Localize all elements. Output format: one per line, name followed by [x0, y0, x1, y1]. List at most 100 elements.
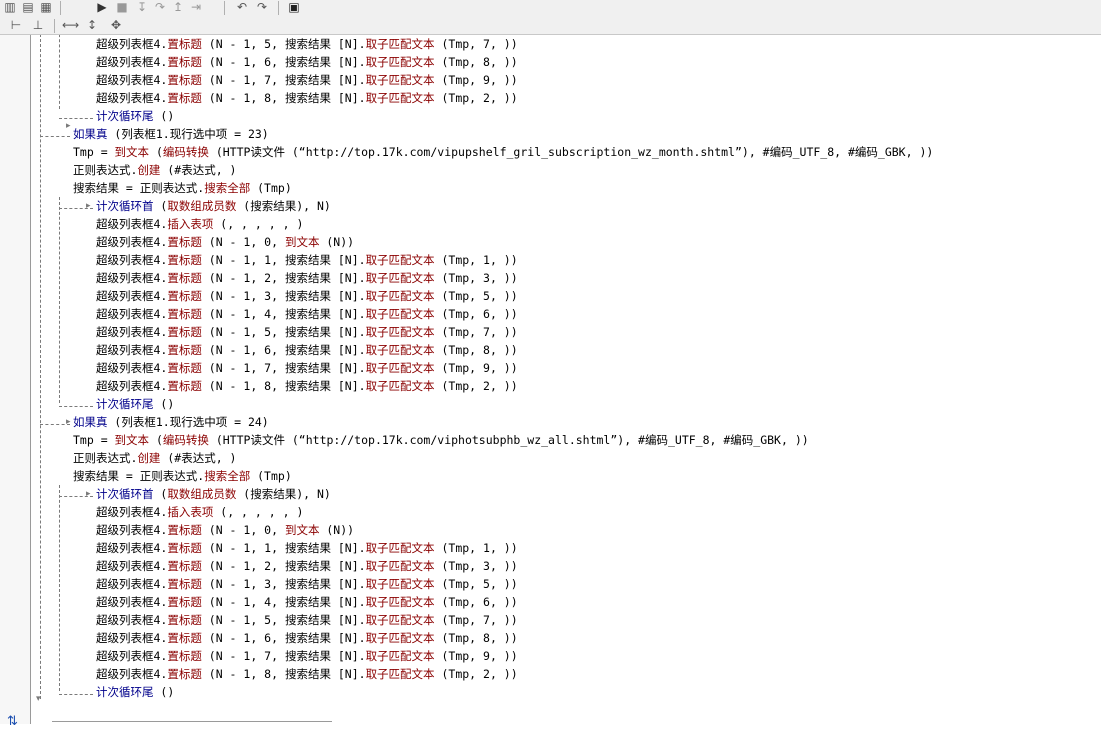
flow-guide-line — [40, 35, 41, 699]
code-text: 超级列表框4. — [96, 595, 168, 609]
code-line[interactable]: 如果真 (列表框1.现行选中项 = 24) — [73, 413, 269, 431]
code-line[interactable]: 超级列表框4.置标题 (N - 1, 2, 搜索结果 [N].取子匹配文本 (T… — [96, 557, 518, 575]
code-text: (Tmp, 1, )) — [434, 253, 518, 267]
code-line[interactable]: Tmp = 到文本 (编码转换 (HTTP读文件 (“http://top.17… — [73, 431, 809, 449]
code-text: (Tmp, 3, )) — [434, 271, 518, 285]
code-line[interactable]: 超级列表框4.置标题 (N - 1, 2, 搜索结果 [N].取子匹配文本 (T… — [96, 269, 518, 287]
layout-grid-icon[interactable]: ▦ — [38, 0, 54, 14]
size-equal-icon[interactable]: ✥ — [108, 18, 124, 32]
code-line[interactable]: 计次循环尾 () — [96, 683, 174, 701]
code-text: (列表框1.现行选中项 = 24) — [107, 415, 269, 429]
code-line[interactable]: 计次循环首 (取数组成员数 (搜索结果), N) — [96, 197, 331, 215]
code-function: 置标题 — [167, 271, 202, 285]
code-line[interactable]: 超级列表框4.置标题 (N - 1, 1, 搜索结果 [N].取子匹配文本 (T… — [96, 251, 518, 269]
layout-split-icon[interactable]: ▥ — [2, 0, 18, 14]
code-line[interactable]: 搜索结果 = 正则表达式.搜索全部 (Tmp) — [73, 467, 292, 485]
code-line[interactable]: 超级列表框4.置标题 (N - 1, 3, 搜索结果 [N].取子匹配文本 (T… — [96, 575, 518, 593]
step-out-icon[interactable]: ↥ — [170, 0, 186, 14]
code-line[interactable]: 正则表达式.创建 (#表达式, ) — [73, 161, 236, 179]
layout-top-icon[interactable]: ▤ — [20, 0, 36, 14]
code-text: (列表框1.现行选中项 = 23) — [107, 127, 269, 141]
code-text: (Tmp, 7, )) — [434, 37, 518, 51]
flow-guide-line — [59, 485, 60, 691]
code-line[interactable]: 计次循环尾 () — [96, 395, 174, 413]
flow-arrow-icon: ▸ — [66, 121, 71, 131]
code-line[interactable]: 如果真 (列表框1.现行选中项 = 23) — [73, 125, 269, 143]
code-line[interactable]: 超级列表框4.置标题 (N - 1, 1, 搜索结果 [N].取子匹配文本 (T… — [96, 539, 518, 557]
stop-icon[interactable]: ■ — [114, 0, 130, 14]
code-line[interactable]: 超级列表框4.置标题 (N - 1, 5, 搜索结果 [N].取子匹配文本 (T… — [96, 323, 518, 341]
code-line[interactable]: 超级列表框4.置标题 (N - 1, 5, 搜索结果 [N].取子匹配文本 (T… — [96, 611, 518, 629]
code-text: (Tmp, 8, )) — [434, 631, 518, 645]
code-line[interactable]: 超级列表框4.置标题 (N - 1, 5, 搜索结果 [N].取子匹配文本 (T… — [96, 35, 518, 53]
horizontal-scrollbar[interactable] — [52, 721, 332, 725]
code-text: 正则表达式. — [73, 163, 138, 177]
code-line[interactable]: 超级列表框4.置标题 (N - 1, 6, 搜索结果 [N].取子匹配文本 (T… — [96, 341, 518, 359]
code-text: (Tmp, 7, )) — [434, 325, 518, 339]
code-line[interactable]: 超级列表框4.插入表项 (, , , , , ) — [96, 215, 303, 233]
code-line[interactable]: 正则表达式.创建 (#表达式, ) — [73, 449, 236, 467]
redo-icon[interactable]: ↷ — [254, 0, 270, 14]
code-line[interactable]: 超级列表框4.置标题 (N - 1, 7, 搜索结果 [N].取子匹配文本 (T… — [96, 71, 518, 89]
code-text: 超级列表框4. — [96, 613, 168, 627]
code-line[interactable]: 超级列表框4.置标题 (N - 1, 0, 到文本 (N)) — [96, 521, 354, 539]
code-line[interactable]: 计次循环尾 () — [96, 107, 174, 125]
run-icon[interactable]: ▶ — [94, 0, 110, 14]
save-icon[interactable]: ▣ — [286, 0, 302, 14]
code-text: (N - 1, 5, 搜索结果 [N]. — [201, 613, 366, 627]
code-line[interactable]: 超级列表框4.置标题 (N - 1, 8, 搜索结果 [N].取子匹配文本 (T… — [96, 665, 518, 683]
step-into-icon[interactable]: ↧ — [134, 0, 150, 14]
code-function: 取数组成员数 — [167, 199, 237, 213]
code-text: 超级列表框4. — [96, 523, 168, 537]
code-text: () — [153, 685, 175, 699]
code-line[interactable]: 超级列表框4.置标题 (N - 1, 7, 搜索结果 [N].取子匹配文本 (T… — [96, 647, 518, 665]
code-text: 超级列表框4. — [96, 505, 168, 519]
code-text: (N - 1, 8, 搜索结果 [N]. — [201, 379, 366, 393]
code-line[interactable]: 计次循环首 (取数组成员数 (搜索结果), N) — [96, 485, 331, 503]
code-line[interactable]: Tmp = 到文本 (编码转换 (HTTP读文件 (“http://top.17… — [73, 143, 933, 161]
code-text: (#表达式, ) — [160, 163, 237, 177]
step-over-icon[interactable]: ↷ — [152, 0, 168, 14]
code-line[interactable]: 超级列表框4.插入表项 (, , , , , ) — [96, 503, 303, 521]
code-keyword: 计次循环尾 — [96, 685, 154, 699]
code-line[interactable]: 超级列表框4.置标题 (N - 1, 0, 到文本 (N)) — [96, 233, 354, 251]
code-line[interactable]: 超级列表框4.置标题 (N - 1, 4, 搜索结果 [N].取子匹配文本 (T… — [96, 305, 518, 323]
code-function: 置标题 — [167, 235, 202, 249]
code-text: 超级列表框4. — [96, 667, 168, 681]
code-line[interactable]: 搜索结果 = 正则表达式.搜索全部 (Tmp) — [73, 179, 292, 197]
code-line[interactable]: 超级列表框4.置标题 (N - 1, 7, 搜索结果 [N].取子匹配文本 (T… — [96, 359, 518, 377]
run-to-cursor-icon[interactable]: ⇥ — [188, 0, 204, 14]
height-equal-icon[interactable]: ↕ — [84, 18, 100, 32]
code-text: (N - 1, 0, — [201, 523, 285, 537]
code-function: 创建 — [137, 163, 161, 177]
code-line[interactable]: 超级列表框4.置标题 (N - 1, 8, 搜索结果 [N].取子匹配文本 (T… — [96, 89, 518, 107]
code-function: 取子匹配文本 — [365, 55, 435, 69]
code-line[interactable]: 超级列表框4.置标题 (N - 1, 8, 搜索结果 [N].取子匹配文本 (T… — [96, 377, 518, 395]
code-text: ( — [153, 487, 168, 501]
width-equal-icon[interactable]: ⟷ — [62, 18, 79, 32]
code-line[interactable]: 超级列表框4.置标题 (N - 1, 6, 搜索结果 [N].取子匹配文本 (T… — [96, 53, 518, 71]
code-function: 置标题 — [167, 559, 202, 573]
code-line[interactable]: 超级列表框4.置标题 (N - 1, 4, 搜索结果 [N].取子匹配文本 (T… — [96, 593, 518, 611]
flow-arrow-icon: ▸ — [86, 201, 91, 211]
code-editor[interactable]: 超级列表框4.置标题 (N - 1, 5, 搜索结果 [N].取子匹配文本 (T… — [31, 35, 1101, 724]
align-left-icon[interactable]: ⊢ — [8, 18, 24, 32]
code-function: 置标题 — [167, 541, 202, 555]
align-center-icon[interactable]: ⊥ — [30, 18, 46, 32]
code-function: 取子匹配文本 — [365, 667, 435, 681]
code-line[interactable]: 超级列表框4.置标题 (N - 1, 3, 搜索结果 [N].取子匹配文本 (T… — [96, 287, 518, 305]
code-text: 超级列表框4. — [96, 289, 168, 303]
code-function: 取子匹配文本 — [365, 91, 435, 105]
code-text: 超级列表框4. — [96, 37, 168, 51]
line-gutter[interactable]: ⇅ — [0, 35, 31, 729]
code-text: (N - 1, 4, 搜索结果 [N]. — [201, 307, 366, 321]
code-text: 超级列表框4. — [96, 253, 168, 267]
code-function: 置标题 — [167, 91, 202, 105]
undo-icon[interactable]: ↶ — [234, 0, 250, 14]
code-text: (N - 1, 8, 搜索结果 [N]. — [201, 667, 366, 681]
code-function: 取子匹配文本 — [365, 541, 435, 555]
code-function: 取子匹配文本 — [365, 631, 435, 645]
code-line[interactable]: 超级列表框4.置标题 (N - 1, 6, 搜索结果 [N].取子匹配文本 (T… — [96, 629, 518, 647]
code-function: 编码转换 — [162, 145, 209, 159]
code-text: (N - 1, 5, 搜索结果 [N]. — [201, 325, 366, 339]
